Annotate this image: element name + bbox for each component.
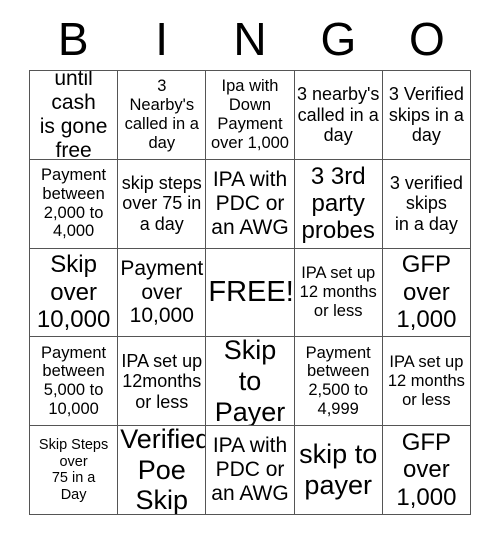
header-letter-i: I bbox=[155, 13, 168, 65]
header-letter-n: N bbox=[233, 13, 267, 65]
bingo-card: B I N G O until cash is gone free 3 Near… bbox=[0, 0, 500, 544]
bingo-cell-n5[interactable]: IPA with PDC or an AWG bbox=[206, 426, 295, 515]
bingo-cell-i4[interactable]: IPA set up 12months or less bbox=[118, 337, 207, 427]
bingo-cell-i3[interactable]: Payment over 10,000 bbox=[118, 248, 207, 338]
bingo-cell-label: IPA set up 12 months or less bbox=[387, 353, 465, 409]
bingo-cell-label: Payment between 5,000 to 10,000 bbox=[41, 343, 107, 419]
bingo-cell-label: GFP over 1,000 bbox=[396, 251, 457, 334]
bingo-cell-b3[interactable]: Skip over 10,000 bbox=[30, 248, 119, 338]
bingo-cell-label: 3 verified skips in a day bbox=[389, 172, 463, 234]
bingo-cell-g5[interactable]: skip to payer bbox=[294, 426, 383, 515]
bingo-cell-label: Payment between 2,000 to 4,000 bbox=[41, 166, 107, 241]
free-space-label: FREE! bbox=[208, 275, 294, 308]
bingo-grid: until cash is gone free 3 Nearby's calle… bbox=[29, 70, 471, 515]
bingo-cell-i2[interactable]: skip steps over 75 in a day bbox=[118, 159, 207, 249]
bingo-cell-label: skip to payer bbox=[299, 439, 378, 501]
bingo-cell-label: Ipa with Down Payment over 1,000 bbox=[211, 77, 289, 152]
bingo-cell-g1[interactable]: 3 nearby's called in a day bbox=[294, 71, 383, 160]
bingo-cell-label: IPA set up 12months or less bbox=[121, 350, 203, 412]
header-letter-g: G bbox=[320, 13, 357, 65]
bingo-cell-b2[interactable]: Payment between 2,000 to 4,000 bbox=[30, 159, 119, 249]
header-letter-b: B bbox=[57, 13, 89, 65]
bingo-cell-g4[interactable]: Payment between 2,500 to 4,999 bbox=[294, 337, 383, 427]
bingo-cell-label: 3 3rd party probes bbox=[301, 162, 375, 245]
bingo-cell-label: Skip over 10,000 bbox=[36, 251, 111, 334]
bingo-cell-o3[interactable]: GFP over 1,000 bbox=[382, 248, 471, 338]
bingo-cell-label: Skip to Payer bbox=[214, 337, 286, 427]
bingo-cell-n1[interactable]: Ipa with Down Payment over 1,000 bbox=[206, 71, 295, 160]
bingo-header: B I N G O bbox=[29, 8, 471, 70]
bingo-cell-i5[interactable]: Verified Poe Skip bbox=[118, 426, 207, 515]
bingo-cell-o1[interactable]: 3 Verified skips in a day bbox=[382, 71, 471, 160]
bingo-cell-label: Payment between 2,500 to 4,999 bbox=[305, 343, 371, 419]
bingo-cell-label: 3 nearby's called in a day bbox=[296, 84, 380, 146]
bingo-cell-b1[interactable]: until cash is gone free bbox=[30, 71, 119, 160]
bingo-cell-label: skip steps over 75 in a day bbox=[121, 172, 202, 234]
bingo-cell-label: GFP over 1,000 bbox=[396, 429, 457, 511]
bingo-cell-b5[interactable]: Skip Steps over 75 in a Day bbox=[30, 426, 119, 515]
bingo-cell-label: 3 Nearby's called in a day bbox=[124, 77, 199, 152]
bingo-cell-label: Payment over 10,000 bbox=[120, 256, 204, 328]
bingo-cell-b4[interactable]: Payment between 5,000 to 10,000 bbox=[30, 337, 119, 427]
bingo-cell-label: Verified Poe Skip bbox=[120, 426, 207, 515]
bingo-cell-o4[interactable]: IPA set up 12 months or less bbox=[382, 337, 471, 427]
bingo-cell-o5[interactable]: GFP over 1,000 bbox=[382, 426, 471, 515]
bingo-cell-label: IPA set up 12 months or less bbox=[299, 264, 377, 320]
bingo-cell-label: until cash is gone free bbox=[39, 71, 108, 160]
bingo-cell-g2[interactable]: 3 3rd party probes bbox=[294, 159, 383, 249]
bingo-cell-g3[interactable]: IPA set up 12 months or less bbox=[294, 248, 383, 338]
bingo-cell-label: IPA with PDC or an AWG bbox=[211, 167, 289, 239]
bingo-cell-free-space[interactable]: FREE! bbox=[206, 248, 295, 338]
bingo-cell-label: 3 Verified skips in a day bbox=[388, 84, 464, 146]
bingo-cell-i1[interactable]: 3 Nearby's called in a day bbox=[118, 71, 207, 160]
bingo-cell-n2[interactable]: IPA with PDC or an AWG bbox=[206, 159, 295, 249]
bingo-cell-n4[interactable]: Skip to Payer bbox=[206, 337, 295, 427]
header-letter-o: O bbox=[408, 13, 445, 65]
bingo-cell-o2[interactable]: 3 verified skips in a day bbox=[382, 159, 471, 249]
bingo-cell-label: Skip Steps over 75 in a Day bbox=[38, 437, 109, 503]
bingo-cell-label: IPA with PDC or an AWG bbox=[211, 434, 289, 506]
